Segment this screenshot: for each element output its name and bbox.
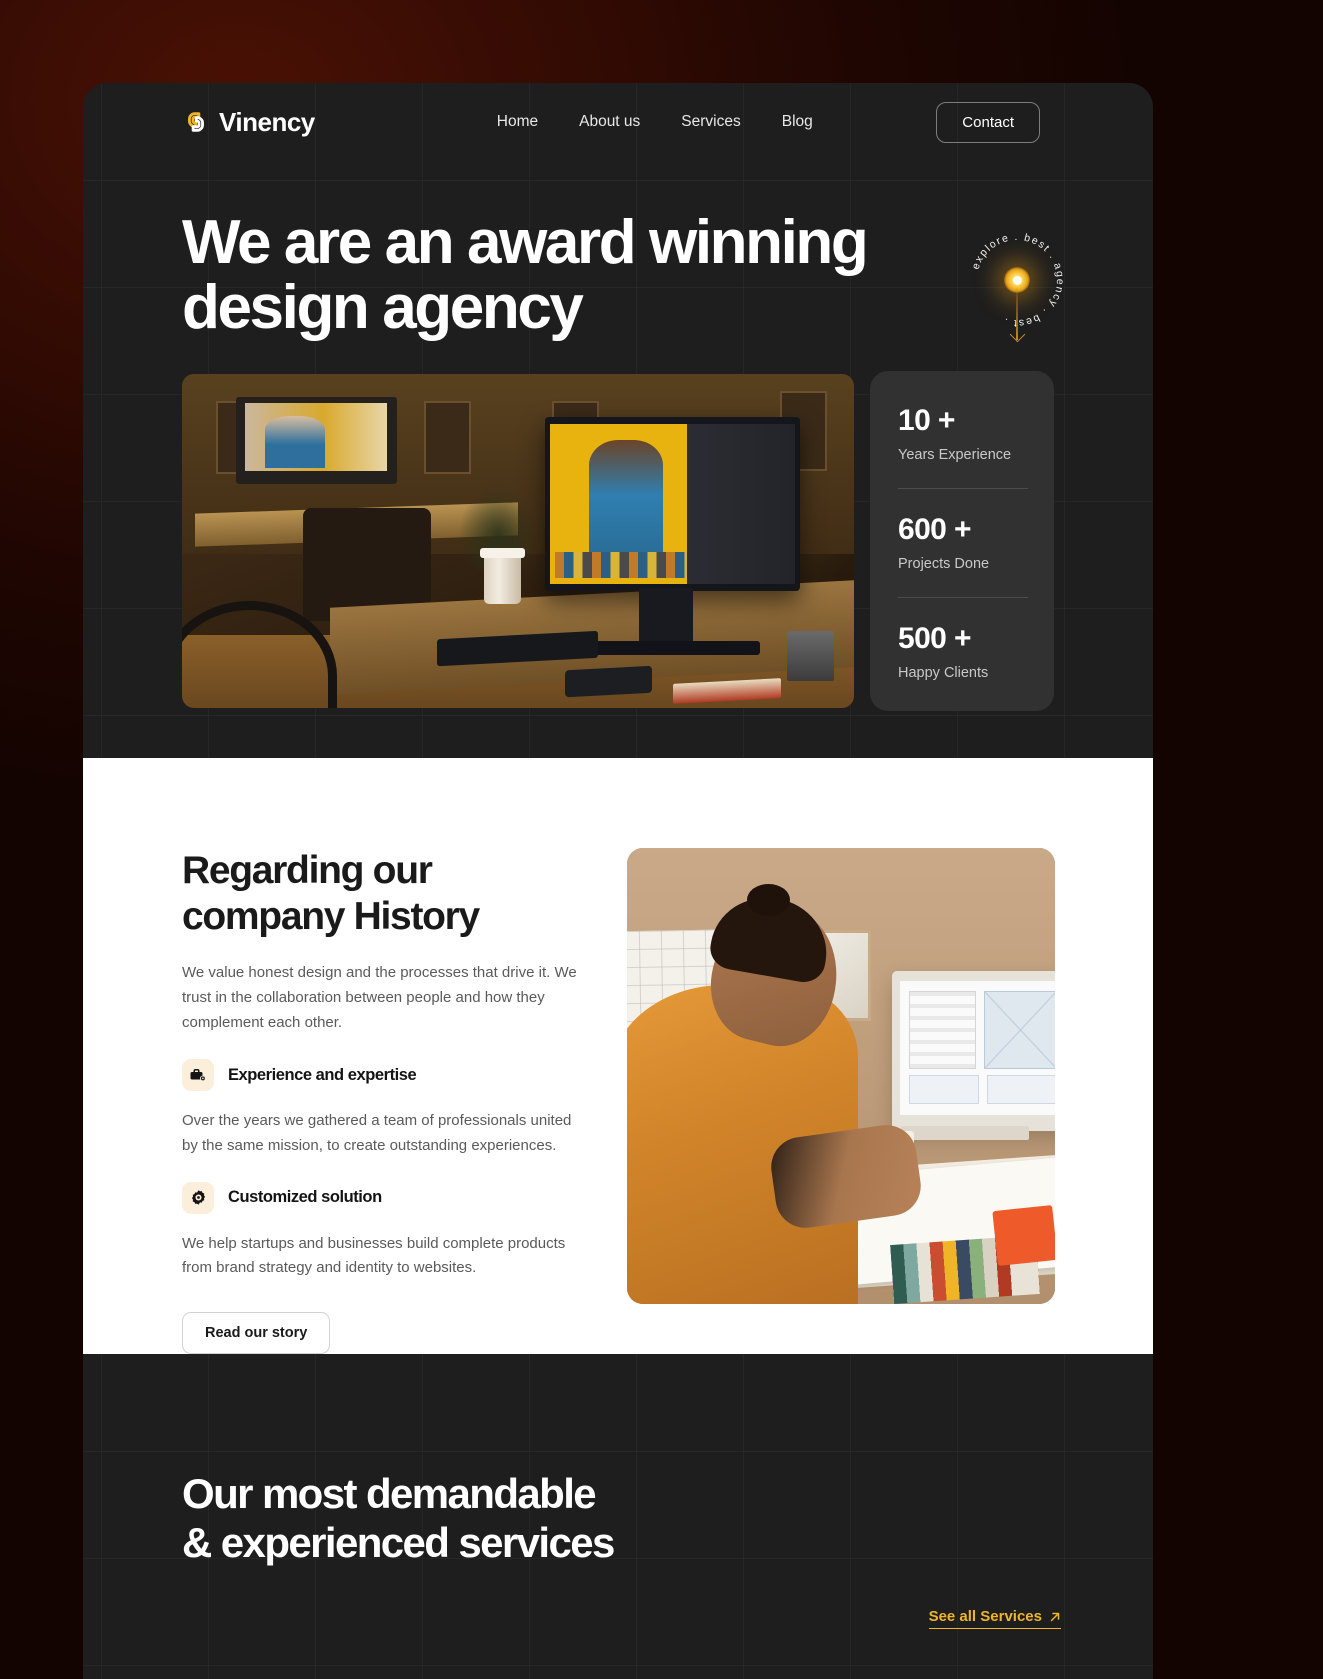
nav-item-home[interactable]: Home [497, 113, 538, 131]
stat-item-years: 10 + Years Experience [898, 404, 1054, 463]
history-image [627, 848, 1055, 1304]
services-heading: Our most demandable & experienced servic… [182, 1470, 615, 1567]
stat-value: 600 + [898, 513, 972, 546]
hero-heading-line-1: We are an award winning [182, 208, 869, 277]
history-section: Regarding our company History We value h… [83, 758, 1153, 1355]
feature-title: Customized solution [228, 1188, 382, 1207]
arrow-down-icon [1016, 288, 1018, 340]
gear-icon [182, 1181, 214, 1214]
stat-label: Happy Clients [898, 665, 989, 681]
nav-item-about-us[interactable]: About us [579, 113, 640, 131]
stat-value: 500 + [898, 622, 972, 655]
see-all-services-link[interactable]: See all Services [928, 1608, 1061, 1629]
see-all-services-label: See all Services [928, 1608, 1042, 1625]
hero-section: Vinency Home About us Services Blog Cont… [83, 83, 1153, 758]
hero-heading-line-2: design agency [182, 273, 584, 343]
read-our-story-button[interactable]: Read our story [182, 1312, 331, 1355]
hero-heading: We are an award winning design agency [182, 210, 942, 340]
history-heading-line-1: Regarding our [182, 849, 433, 892]
stat-divider [898, 488, 1028, 489]
chain-link-icon [188, 112, 204, 132]
feature-experience: Experience and expertise Over the years … [182, 1059, 602, 1158]
feature-header: Customized solution [182, 1181, 602, 1214]
briefcase-gear-icon [182, 1059, 214, 1092]
services-section: Our most demandable & experienced servic… [83, 1354, 1153, 1679]
explore-badge[interactable]: explore . best . agency . best . [965, 228, 1069, 340]
nav-item-services[interactable]: Services [681, 113, 740, 131]
services-heading-line-2: & experienced services [182, 1518, 615, 1566]
history-image-art [627, 848, 1055, 1304]
nav-item-blog[interactable]: Blog [782, 113, 813, 131]
history-text-column: Regarding our company History We value h… [182, 848, 602, 1355]
stat-item-clients: 500 + Happy Clients [898, 622, 1054, 681]
main-navbar: Vinency Home About us Services Blog Cont… [83, 83, 1153, 161]
hero-image [182, 374, 854, 708]
feature-body: We help startups and businesses build co… [182, 1234, 566, 1277]
stat-value: 10 + [898, 404, 955, 437]
feature-customized: Customized solution We help startups and… [182, 1181, 602, 1281]
nav-links: Home About us Services Blog [497, 113, 813, 131]
history-intro-text: We value honest design and the processes… [182, 964, 577, 1031]
history-heading: Regarding our company History [182, 848, 602, 940]
feature-header: Experience and expertise [182, 1059, 602, 1092]
history-heading-line-2: company History [182, 895, 480, 939]
contact-button[interactable]: Contact [936, 101, 1040, 143]
stats-card: 10 + Years Experience 600 + Projects Don… [870, 371, 1054, 711]
stat-item-projects: 600 + Projects Done [898, 513, 1054, 572]
brand-name: Vinency [219, 106, 315, 137]
services-heading-line-1: Our most demandable [182, 1470, 597, 1517]
hero-image-art [182, 374, 854, 708]
stat-divider [898, 597, 1028, 598]
feature-body: Over the years we gathered a team of pro… [182, 1112, 572, 1154]
stat-label: Projects Done [898, 556, 990, 572]
stat-label: Years Experience [898, 447, 1012, 463]
arrow-up-right-icon [1050, 1612, 1060, 1621]
brand-logo[interactable]: Vinency [182, 107, 315, 138]
feature-title: Experience and expertise [228, 1065, 417, 1084]
